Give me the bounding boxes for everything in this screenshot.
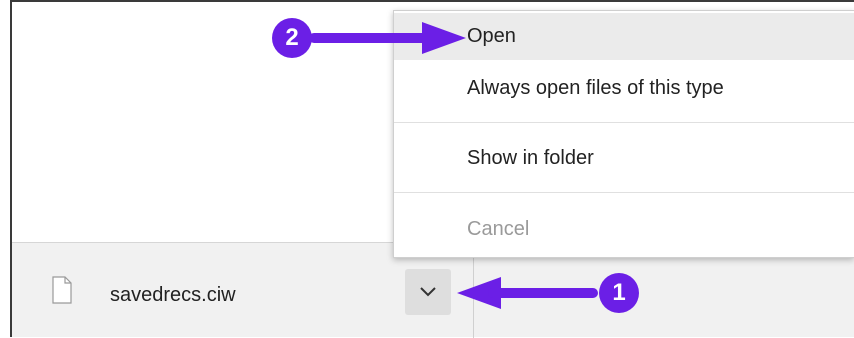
menu-separator — [394, 192, 854, 193]
arrow-right-icon — [310, 22, 466, 54]
step-1-badge: 1 — [599, 273, 639, 313]
arrow-left-icon — [457, 277, 598, 309]
step-2-badge: 2 — [272, 18, 312, 58]
file-name: savedrecs.ciw — [110, 284, 236, 306]
menu-item-always-open[interactable]: Always open files of this type — [394, 66, 854, 111]
download-menu-button[interactable] — [405, 269, 451, 315]
chevron-down-icon — [420, 287, 436, 297]
menu-item-cancel: Cancel — [467, 218, 530, 240]
menu-item-show-in-folder[interactable]: Show in folder — [394, 136, 854, 181]
menu-separator — [394, 122, 854, 123]
file-icon — [52, 276, 72, 304]
